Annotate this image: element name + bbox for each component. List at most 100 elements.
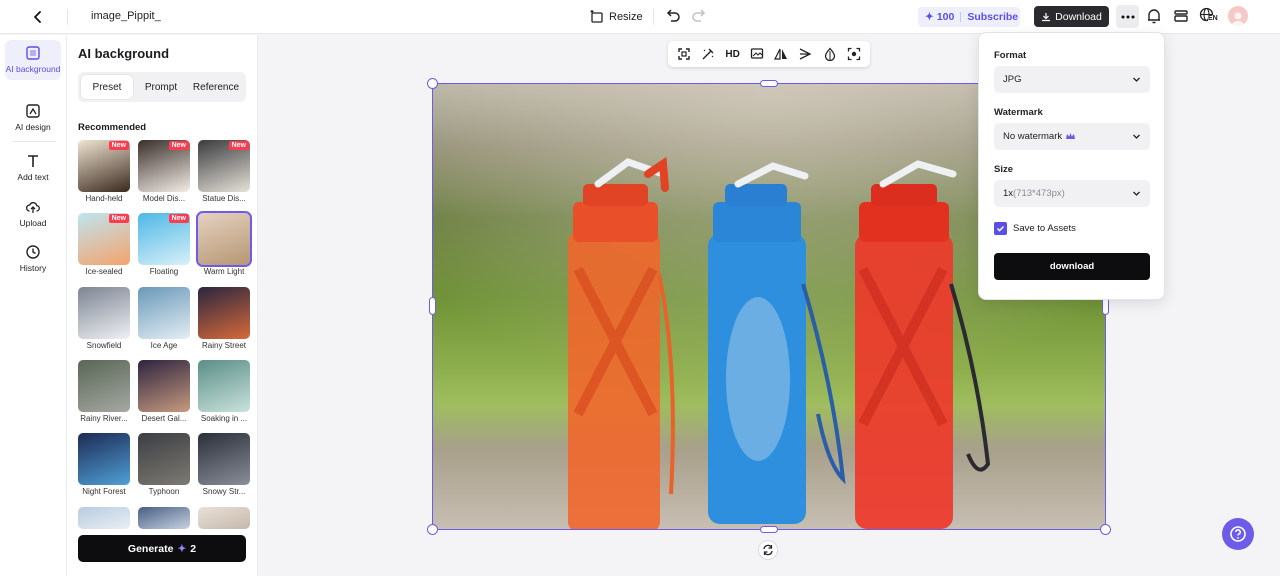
crown-icon	[1066, 133, 1076, 139]
hd-tool[interactable]: HD	[723, 44, 743, 64]
preset-thumbnail	[198, 360, 250, 412]
credits-subscribe-pill[interactable]: ✦ 100 Subscribe	[918, 7, 1020, 27]
save-to-assets-option[interactable]: Save to Assets	[994, 222, 1076, 235]
new-badge: New	[168, 141, 189, 150]
resize-handle-bottom-left[interactable]	[427, 524, 438, 535]
checkmark-icon	[996, 225, 1005, 232]
rail-item-label: AI background	[5, 64, 61, 74]
preset-item[interactable]: Desert Gal...	[138, 360, 190, 423]
replace-image-tool[interactable]	[747, 44, 767, 64]
preset-label: Rainy River...	[80, 414, 128, 423]
preset-thumbnail	[196, 211, 252, 267]
resize-icon	[590, 10, 603, 23]
preset-label: Ice Age	[150, 341, 178, 350]
preset-item[interactable]: Ice Age	[138, 287, 190, 350]
preset-thumbnail: New	[198, 140, 250, 192]
tab-preset[interactable]: Preset	[81, 75, 133, 99]
new-badge: New	[168, 214, 189, 223]
preset-thumbnail	[78, 360, 130, 412]
resize-button[interactable]: Resize	[590, 6, 643, 28]
focus-tool[interactable]	[844, 44, 864, 64]
download-button[interactable]: Download	[1034, 6, 1109, 27]
tab-prompt[interactable]: Prompt	[136, 75, 186, 99]
opacity-tool[interactable]	[820, 44, 840, 64]
redo-button[interactable]	[690, 7, 708, 25]
resize-handle-bottom-right[interactable]	[1100, 524, 1111, 535]
upload-cloud-icon	[26, 202, 40, 213]
preset-item[interactable]	[138, 507, 190, 529]
section-label-recommended: Recommended	[78, 122, 147, 133]
resize-handle-top[interactable]	[760, 80, 778, 87]
resize-handle-top-left[interactable]	[427, 78, 438, 89]
stack-icon	[1174, 10, 1188, 22]
size-hint: (713*473px)	[1013, 188, 1065, 199]
rail-item-upload[interactable]: Upload	[5, 199, 61, 228]
back-button[interactable]	[26, 5, 50, 29]
undo-button[interactable]	[664, 7, 682, 25]
rail-item-add-text[interactable]: Add text	[5, 153, 61, 182]
save-to-assets-label: Save to Assets	[1013, 223, 1076, 234]
chevron-down-icon	[1133, 191, 1140, 196]
preset-item[interactable]: New Ice-sealed	[78, 213, 130, 276]
resize-handle-left[interactable]	[429, 297, 436, 315]
preset-label: Warm Light	[203, 267, 245, 276]
language-button[interactable]: EN	[1199, 7, 1221, 25]
divider	[12, 141, 56, 142]
avatar[interactable]	[1228, 6, 1248, 26]
chevron-down-icon	[1133, 77, 1140, 82]
tab-reference[interactable]: Reference	[188, 75, 244, 99]
crop-tool[interactable]	[674, 44, 694, 64]
generate-button[interactable]: Generate ✦ 2	[78, 535, 246, 562]
preset-item[interactable]	[198, 507, 250, 529]
watermark-select[interactable]: No watermark	[994, 123, 1150, 150]
popover-download-button[interactable]: download	[994, 253, 1150, 280]
preset-label: Model Dis...	[142, 194, 186, 203]
preset-thumbnail	[138, 287, 190, 339]
notifications-button[interactable]	[1145, 7, 1163, 25]
more-options-button[interactable]	[1116, 5, 1139, 28]
preset-item[interactable]: Night Forest	[78, 433, 130, 496]
rail-item-ai-design[interactable]: AI design	[5, 103, 61, 132]
size-select[interactable]: 1x (713*473px)	[994, 180, 1150, 207]
arrange-tool[interactable]	[795, 44, 815, 64]
file-name[interactable]: image_Pippit_20	[91, 10, 161, 22]
preset-item[interactable]	[78, 507, 130, 529]
help-button[interactable]	[1222, 518, 1254, 550]
bell-icon	[1148, 9, 1160, 24]
preset-item[interactable]: Soaking in ...	[198, 360, 250, 423]
preset-label: Snowfield	[86, 341, 122, 350]
preset-item[interactable]: Rainy River...	[78, 360, 130, 423]
new-badge: New	[108, 214, 129, 223]
resize-label: Resize	[609, 11, 643, 23]
watermark-value: No watermark	[1003, 131, 1063, 142]
rail-item-ai-background[interactable]: AI background	[5, 40, 61, 81]
user-icon	[1231, 12, 1245, 26]
assets-button[interactable]	[1172, 7, 1190, 25]
ai-design-icon	[26, 104, 40, 118]
preset-item[interactable]: Snowfield	[78, 287, 130, 350]
rotate-handle[interactable]	[758, 540, 778, 560]
preset-item[interactable]: Warm Light	[196, 211, 252, 276]
preset-item[interactable]: New Statue Dis...	[198, 140, 250, 203]
preset-thumbnail	[138, 507, 190, 529]
download-icon	[1042, 12, 1051, 21]
preset-thumbnail	[138, 433, 190, 485]
download-popover: Format JPG Watermark No watermark Size 1…	[978, 32, 1165, 300]
subscribe-link[interactable]: Subscribe	[967, 11, 1018, 23]
magic-eraser-tool[interactable]	[698, 44, 718, 64]
preset-item[interactable]: New Model Dis...	[138, 140, 190, 203]
preset-item[interactable]: Typhoon	[138, 433, 190, 496]
preset-item[interactable]: New Floating	[138, 213, 190, 276]
preset-item[interactable]: New Hand-held	[78, 140, 130, 203]
flip-tool[interactable]	[771, 44, 791, 64]
save-to-assets-checkbox[interactable]	[994, 222, 1007, 235]
preset-thumbnail: New	[138, 213, 190, 265]
sparkle-icon: ✦	[925, 11, 934, 23]
rail-item-history[interactable]: History	[5, 244, 61, 273]
preset-item[interactable]: Rainy Street	[198, 287, 250, 350]
preset-thumbnail	[198, 507, 250, 529]
preset-item[interactable]: Snowy Str...	[198, 433, 250, 496]
resize-handle-bottom[interactable]	[760, 526, 778, 533]
format-select[interactable]: JPG	[994, 66, 1150, 93]
preset-thumbnail: New	[78, 213, 130, 265]
